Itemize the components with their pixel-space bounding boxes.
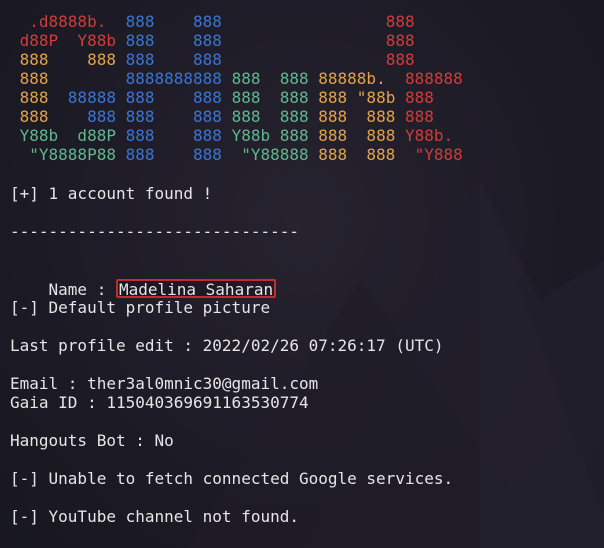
google-services-line: [-] Unable to fetch connected Google ser… <box>10 469 454 488</box>
banner-segment: 888 <box>404 107 434 126</box>
banner-segment: 88888 <box>67 88 126 107</box>
banner-segment: d88P Y88b <box>10 31 126 50</box>
banner-segment: 888 888 <box>231 69 319 88</box>
banner-segment: 888 <box>125 50 194 69</box>
banner-row: d88P Y88b 888 888 888 <box>10 31 463 50</box>
name-value: Madelina Saharan <box>118 280 274 299</box>
banner-segment: 888 <box>193 50 386 69</box>
banner-segment: 888 888 <box>231 107 319 126</box>
banner-segment: 888 <box>385 31 415 50</box>
banner-segment: 8888888888 <box>125 69 232 88</box>
banner-segment: "Y8888P88 <box>10 145 126 164</box>
banner-row: 888 88888 888 888 888 888 888 "88b 888 <box>10 88 463 107</box>
banner-segment: 88888b. <box>318 69 405 88</box>
banner-segment: 888 888 888 <box>87 107 232 126</box>
youtube-channel-line: [-] YouTube channel not found. <box>10 507 299 526</box>
banner-segment: 888888 <box>404 69 463 88</box>
banner-segment: 888 888 <box>125 126 232 145</box>
banner-segment: 888 888 <box>231 88 319 107</box>
gaia-id-line: Gaia ID : 115040369691163530774 <box>10 393 309 412</box>
accounts-found-line: [+] 1 account found ! <box>10 184 213 203</box>
name-line: Name : Madelina Saharan <box>10 260 277 299</box>
banner-row: 888 888 888 888 888 <box>10 50 463 69</box>
banner-row: "Y8888P88 888 888 "Y88888 888 888 "Y888 <box>10 145 463 164</box>
banner-segment: Y88b d88P <box>10 126 126 145</box>
banner-segment: 888 <box>385 12 415 31</box>
banner-segment: 888 <box>125 31 194 50</box>
banner-segment: .d8888b. <box>10 12 126 31</box>
banner-segment: 888 888 <box>318 145 415 164</box>
banner-segment: 888 <box>193 31 386 50</box>
banner-segment: 888 "88b <box>318 88 405 107</box>
last-profile-edit-line: Last profile edit : 2022/02/26 07:26:17 … <box>10 336 444 355</box>
banner-segment: 888 <box>193 12 386 31</box>
banner-row: .d8888b. 888 888 888 <box>10 12 463 31</box>
name-label: Name : <box>48 280 116 299</box>
ghunt-ascii-banner: .d8888b. 888 888 888 d88P Y88b 888 888 8… <box>10 12 463 164</box>
banner-segment: 888 888 <box>318 126 405 145</box>
banner-segment: 888 <box>10 69 126 88</box>
banner-segment: 888 <box>385 50 415 69</box>
banner-segment: 888 <box>10 107 88 126</box>
terminal-window[interactable]: .d8888b. 888 888 888 d88P Y88b 888 888 8… <box>0 0 604 548</box>
banner-segment: "Y88888 <box>241 145 319 164</box>
divider-line: ------------------------------ <box>10 222 299 241</box>
hangouts-bot-line: Hangouts Bot : No <box>10 431 174 450</box>
banner-segment: 888 888 <box>10 50 126 69</box>
banner-segment: 888 <box>404 88 434 107</box>
banner-segment: 888 888 <box>318 107 405 126</box>
banner-segment: 888 888 <box>125 88 232 107</box>
email-line: Email : ther3al0mnic30@gmail.com <box>10 374 319 393</box>
banner-segment: 888 <box>10 88 68 107</box>
banner-segment: Y88b 888 <box>231 126 319 145</box>
banner-row: 888 8888888888 888 888 88888b. 888888 <box>10 69 463 88</box>
banner-segment: 888 888 <box>125 145 242 164</box>
banner-row: 888 888 888 888 888 888 888 888 888 <box>10 107 463 126</box>
profile-picture-line: [-] Default profile picture <box>10 298 271 317</box>
banner-segment: 888 <box>125 12 194 31</box>
banner-segment: "Y888 <box>414 145 463 164</box>
name-value-highlight: Madelina Saharan <box>115 279 277 299</box>
banner-segment: Y88b. <box>404 126 454 145</box>
banner-row: Y88b d88P 888 888 Y88b 888 888 888 Y88b. <box>10 126 463 145</box>
